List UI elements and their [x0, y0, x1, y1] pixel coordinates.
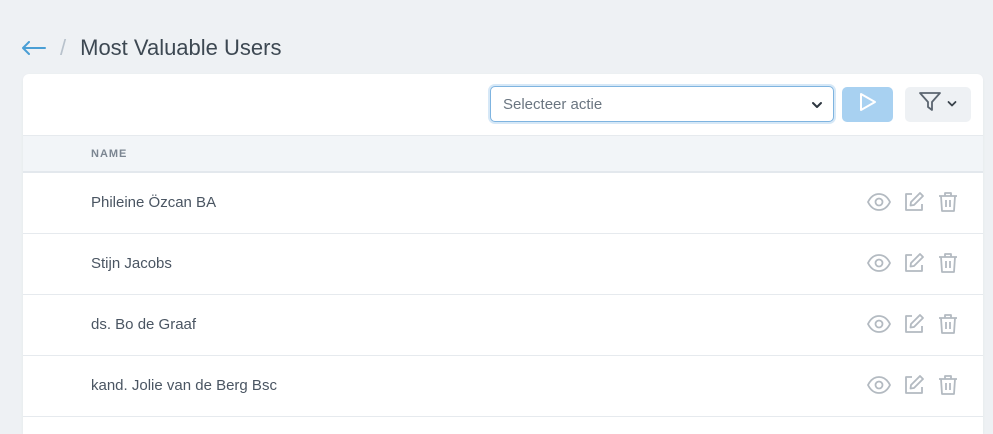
eye-icon[interactable]: [867, 376, 891, 394]
user-name: Stijn Jacobs: [91, 255, 172, 272]
toolbar: Selecteer actie: [23, 74, 983, 135]
table-row[interactable]: Stijn Jacobs: [23, 234, 983, 295]
edit-icon[interactable]: [903, 191, 925, 213]
user-name: Phileine Özcan BA: [91, 194, 217, 211]
row-actions: [867, 191, 959, 213]
row-actions: [867, 374, 959, 396]
back-arrow-icon[interactable]: [22, 41, 48, 55]
column-header-name[interactable]: NAME: [91, 148, 127, 160]
table-row[interactable]: ds. Bo de Graaf: [23, 295, 983, 356]
edit-icon[interactable]: [903, 374, 925, 396]
row-actions: [867, 313, 959, 335]
breadcrumb-separator: /: [60, 35, 67, 60]
table-row[interactable]: kand. Jolie van de Berg Bsc: [23, 356, 983, 417]
trash-icon[interactable]: [937, 313, 959, 335]
edit-icon[interactable]: [903, 252, 925, 274]
eye-icon[interactable]: [867, 254, 891, 272]
eye-icon[interactable]: [867, 193, 891, 211]
play-icon: [859, 92, 877, 117]
filter-icon: [919, 92, 941, 117]
user-name: ds. Bo de Graaf: [91, 316, 197, 333]
row-actions: [867, 252, 959, 274]
eye-icon[interactable]: [867, 315, 891, 333]
action-select[interactable]: Selecteer actie: [490, 86, 834, 122]
action-select-placeholder: Selecteer actie: [503, 95, 603, 113]
chevron-down-icon: [947, 96, 957, 114]
run-action-button[interactable]: [842, 87, 893, 122]
table-row[interactable]: Phileine Özcan BA: [23, 173, 983, 234]
edit-icon[interactable]: [903, 313, 925, 335]
trash-icon[interactable]: [937, 252, 959, 274]
trash-icon[interactable]: [937, 374, 959, 396]
table-body: Phileine Özcan BA Stijn Jacobs ds. Bo de…: [23, 173, 983, 417]
user-name: kand. Jolie van de Berg Bsc: [91, 377, 277, 394]
resource-card: Selecteer actie NAME Phileine Özcan BA S…: [23, 74, 983, 434]
page-header: / Most Valuable Users: [22, 32, 281, 64]
filter-button[interactable]: [905, 87, 971, 122]
trash-icon[interactable]: [937, 191, 959, 213]
chevron-down-icon: [811, 98, 823, 115]
table-header: NAME: [23, 135, 983, 173]
page-title: Most Valuable Users: [80, 35, 282, 60]
